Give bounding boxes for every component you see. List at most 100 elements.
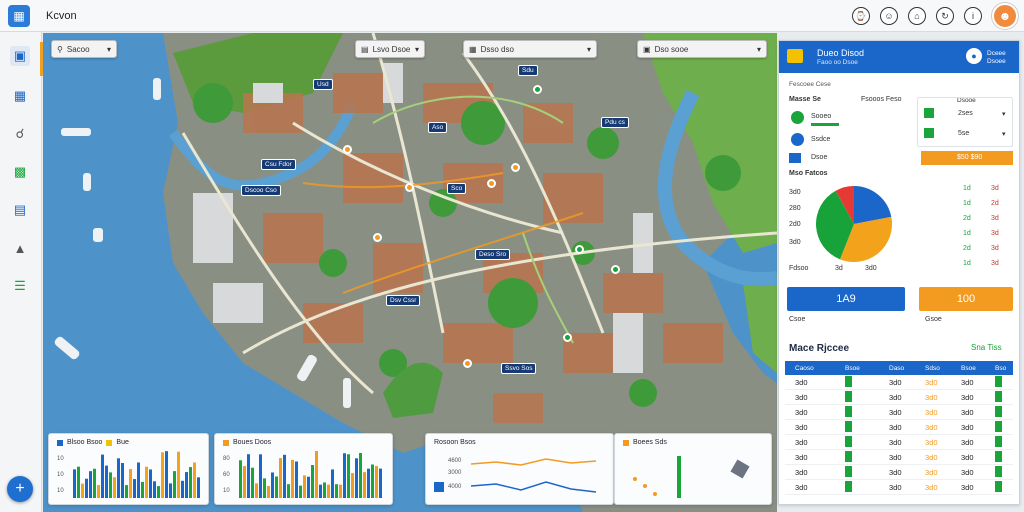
map-pin[interactable] xyxy=(575,245,584,254)
right-metric-box[interactable]: 2ses ▾ 5se ▾ xyxy=(917,97,1013,147)
map-view-control[interactable]: ▣ Dso sooe ▾ xyxy=(637,40,767,58)
building-icon[interactable]: ▦ xyxy=(10,86,30,106)
sparkline-bar xyxy=(197,477,200,498)
column-header[interactable]: Bsoe xyxy=(845,365,885,372)
map-label[interactable]: Aso xyxy=(428,122,448,133)
sparkline-bar xyxy=(371,464,374,498)
table-row[interactable]: 3d0 3d0 3d0 3d0 xyxy=(785,390,1013,405)
table-cell xyxy=(845,480,885,494)
pie-chart[interactable] xyxy=(809,179,899,269)
map-label[interactable]: Pdu cs xyxy=(601,117,629,128)
district-icon xyxy=(787,49,803,63)
sparkline-bar xyxy=(117,458,120,498)
avatar[interactable]: ☻ xyxy=(992,3,1018,29)
map-pin[interactable] xyxy=(373,233,382,242)
info-icon[interactable]: i xyxy=(964,7,982,25)
widget-sensor-panel[interactable]: Boees Sds xyxy=(614,433,772,505)
app-logo-icon[interactable]: ▦ xyxy=(8,4,30,27)
history-icon[interactable]: ↻ xyxy=(936,7,954,25)
sparkline-bar xyxy=(161,452,164,498)
sparkline-bar xyxy=(375,466,378,498)
map-label[interactable]: Ssvo Sos xyxy=(501,363,537,374)
highlight-bar[interactable]: $50 $90 xyxy=(921,151,1013,165)
series-value: 2d xyxy=(991,200,999,207)
map-pin[interactable] xyxy=(563,333,572,342)
stack-icon[interactable]: ☰ xyxy=(10,276,30,296)
column-header[interactable]: Caoso xyxy=(785,365,845,372)
series-value: 1d xyxy=(963,185,971,192)
table-cell xyxy=(845,420,885,434)
map-label[interactable]: Csu Fdor xyxy=(261,159,296,170)
table-cell: 3d0 xyxy=(961,452,974,462)
table-cell xyxy=(995,450,1013,464)
map-pin[interactable] xyxy=(405,183,414,192)
map-label[interactable]: Usd xyxy=(313,79,333,90)
sparkline-bar xyxy=(327,484,330,498)
table-cell: 3d0 xyxy=(889,407,902,417)
map-pin[interactable] xyxy=(463,359,472,368)
table-cell xyxy=(995,465,1013,479)
right-item: 2ses xyxy=(958,110,973,117)
location-icon[interactable]: ● xyxy=(966,48,982,64)
column-header[interactable]: Bso xyxy=(995,365,1013,372)
widget-line-chart[interactable]: Rosoon Bsos 4600 3000 4000 xyxy=(425,433,614,505)
stat-orange-button[interactable]: 100 xyxy=(919,287,1013,311)
map-layers-control[interactable]: ▤ Lsvo Dsoe ▾ xyxy=(355,40,425,58)
app-title: Kcvon xyxy=(46,9,77,22)
table-cell: 3d0 xyxy=(925,392,938,402)
sparkline-bar xyxy=(85,478,88,498)
map-label[interactable]: Dscoo Cso xyxy=(241,185,281,196)
map-label[interactable]: Dsv Cssr xyxy=(386,295,421,306)
map-pin[interactable] xyxy=(343,145,352,154)
cube-icon[interactable]: ▩ xyxy=(10,162,30,182)
map-label[interactable]: Deso Sro xyxy=(475,249,511,260)
book-icon[interactable]: ▤ xyxy=(10,200,30,220)
map-label[interactable]: Sco xyxy=(447,183,467,194)
add-button[interactable]: + xyxy=(7,476,33,502)
chart-icon[interactable]: ▲ xyxy=(10,238,30,258)
map-search-control[interactable]: ⚲ Sacoo ▾ xyxy=(51,40,117,58)
table-right-label: Sna Tiss xyxy=(971,343,1002,352)
map-search-label: Sacoo xyxy=(66,44,90,54)
metrics-box: Sooeo Ssdce xyxy=(789,109,909,149)
table-cell: 3d0 xyxy=(795,407,808,417)
table-cell xyxy=(995,420,1013,434)
table-row[interactable]: 3d0 3d0 3d0 3d0 xyxy=(785,405,1013,420)
map-layers-icon[interactable]: ▣ xyxy=(10,46,30,66)
map-pin[interactable] xyxy=(533,85,542,94)
metric-label: Ssdce xyxy=(811,136,831,143)
table-row[interactable]: 3d0 3d0 3d0 3d0 xyxy=(785,450,1013,465)
sparkline-bar xyxy=(287,484,290,498)
sparkline-bar xyxy=(133,479,136,498)
sparkline-bar xyxy=(279,458,282,498)
user-icon[interactable]: ☺ xyxy=(880,7,898,25)
map-filter-control[interactable]: ▦ Dsso dso ▾ xyxy=(463,40,597,58)
stat-blue-button[interactable]: 1A9 xyxy=(787,287,905,311)
widget-bar-chart-1[interactable]: Blsoo Bsoo Bue 10 10 10 xyxy=(48,433,209,505)
table-row[interactable]: 3d0 3d0 3d0 3d0 xyxy=(785,435,1013,450)
mid-header: Fsooos Feso xyxy=(861,96,902,103)
map-pin[interactable] xyxy=(511,163,520,172)
map-pin[interactable] xyxy=(611,265,620,274)
table-row[interactable]: 3d0 3d0 3d0 3d0 xyxy=(785,465,1013,480)
table-row[interactable]: 3d0 3d0 3d0 3d0 xyxy=(785,420,1013,435)
sparkline-bar xyxy=(359,453,362,498)
status-bar xyxy=(845,390,852,402)
map-label[interactable]: Sdu xyxy=(518,65,538,76)
status-bar xyxy=(995,390,1002,402)
map-pin[interactable] xyxy=(487,179,496,188)
route-icon[interactable]: ☌ xyxy=(10,124,30,144)
home-icon[interactable]: ⌂ xyxy=(908,7,926,25)
widget-bar-chart-2[interactable]: Boues Doos 80 60 10 xyxy=(214,433,393,505)
clock-icon[interactable]: ⌚ xyxy=(852,7,870,25)
sparkline-bar xyxy=(259,454,262,498)
table-row[interactable]: 3d0 3d0 3d0 3d0 xyxy=(785,375,1013,390)
filter-icon: ▦ xyxy=(469,44,477,54)
column-header[interactable]: Bsoe xyxy=(961,365,995,372)
column-header[interactable]: Sdso xyxy=(925,365,961,372)
column-header[interactable]: Daso xyxy=(885,365,925,372)
axis-tick: 2d0 xyxy=(789,221,801,228)
table-row[interactable]: 3d0 3d0 3d0 3d0 xyxy=(785,480,1013,495)
chart-title: Mso Fatcos xyxy=(789,170,828,177)
axis-tick: 3d0 xyxy=(789,239,801,246)
